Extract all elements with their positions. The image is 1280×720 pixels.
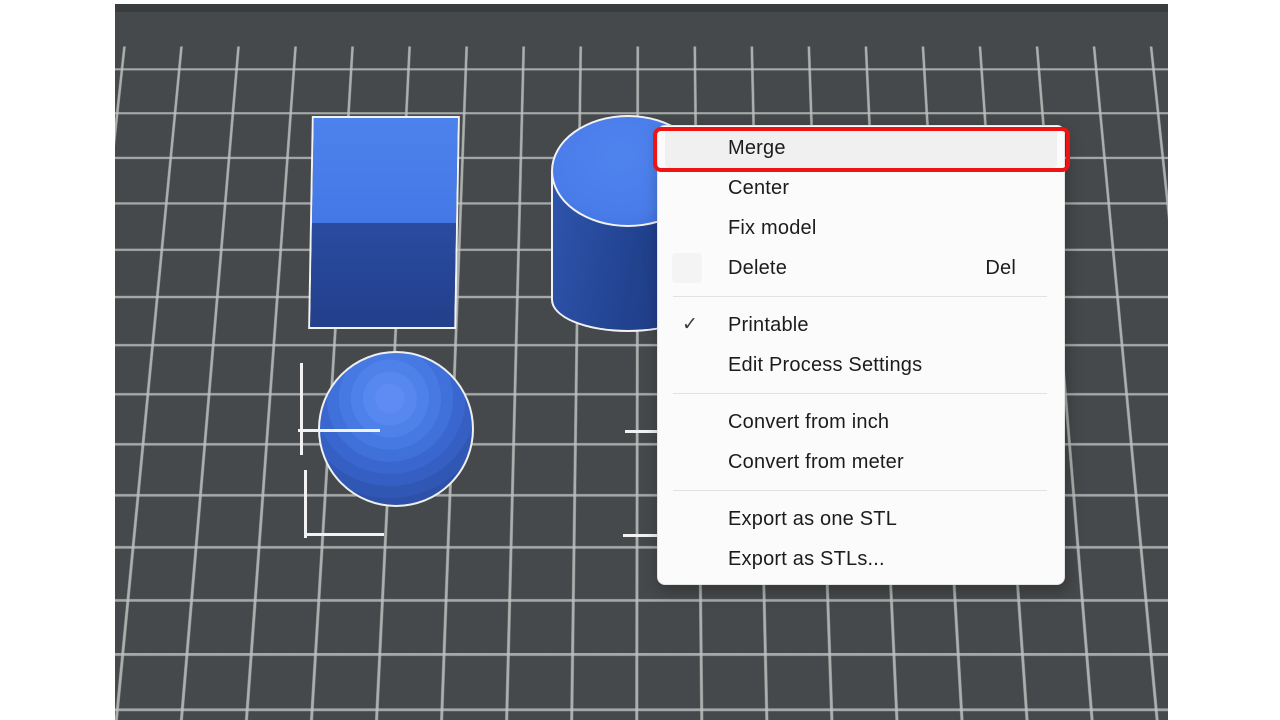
delete-icon-placeholder xyxy=(672,253,702,283)
menu-item-label: Convert from meter xyxy=(728,451,904,474)
menu-item-export-as-stls[interactable]: Export as STLs... xyxy=(658,539,1064,579)
selection-bracket-left-tick xyxy=(298,429,380,432)
menu-separator xyxy=(673,393,1047,394)
plate-far-edge xyxy=(115,4,1168,12)
context-menu: Merge Center Fix model Delete Del ✓ Prin… xyxy=(657,125,1065,585)
menu-item-label: Printable xyxy=(728,314,809,337)
menu-item-fix-model[interactable]: Fix model xyxy=(658,208,1064,248)
menu-item-label: Export as one STL xyxy=(728,508,897,531)
selection-bracket-corner-horizontal xyxy=(304,533,384,536)
menu-item-export-as-one-stl[interactable]: Export as one STL xyxy=(658,499,1064,539)
menu-item-delete[interactable]: Delete Del xyxy=(658,248,1064,288)
selection-bracket-right-tick-upper xyxy=(625,430,658,433)
menu-separator xyxy=(673,296,1047,297)
menu-item-merge[interactable]: Merge xyxy=(665,128,1057,168)
menu-item-edit-process-settings[interactable]: Edit Process Settings xyxy=(658,345,1064,385)
menu-item-label: Merge xyxy=(728,137,786,160)
menu-item-printable[interactable]: ✓ Printable xyxy=(658,305,1064,345)
selection-bracket-left-vertical xyxy=(300,363,303,455)
menu-item-convert-from-inch[interactable]: Convert from inch xyxy=(658,402,1064,442)
menu-item-label: Center xyxy=(728,177,789,200)
menu-item-label: Edit Process Settings xyxy=(728,354,922,377)
model-cube[interactable] xyxy=(308,116,460,329)
cube-front-face xyxy=(310,223,456,327)
menu-item-center[interactable]: Center xyxy=(658,168,1064,208)
menu-item-label: Convert from inch xyxy=(728,411,889,434)
checkmark-icon: ✓ xyxy=(682,313,698,336)
menu-item-convert-from-meter[interactable]: Convert from meter xyxy=(658,442,1064,482)
shortcut-del: Del xyxy=(985,257,1064,280)
menu-separator xyxy=(673,490,1047,491)
selection-bracket-right-tick-lower xyxy=(623,534,658,537)
cube-top-face xyxy=(312,118,458,223)
selection-bracket-corner-vertical xyxy=(304,470,307,538)
menu-item-label: Delete xyxy=(728,257,787,280)
menu-item-label: Fix model xyxy=(728,217,817,240)
menu-item-label: Export as STLs... xyxy=(728,548,885,571)
